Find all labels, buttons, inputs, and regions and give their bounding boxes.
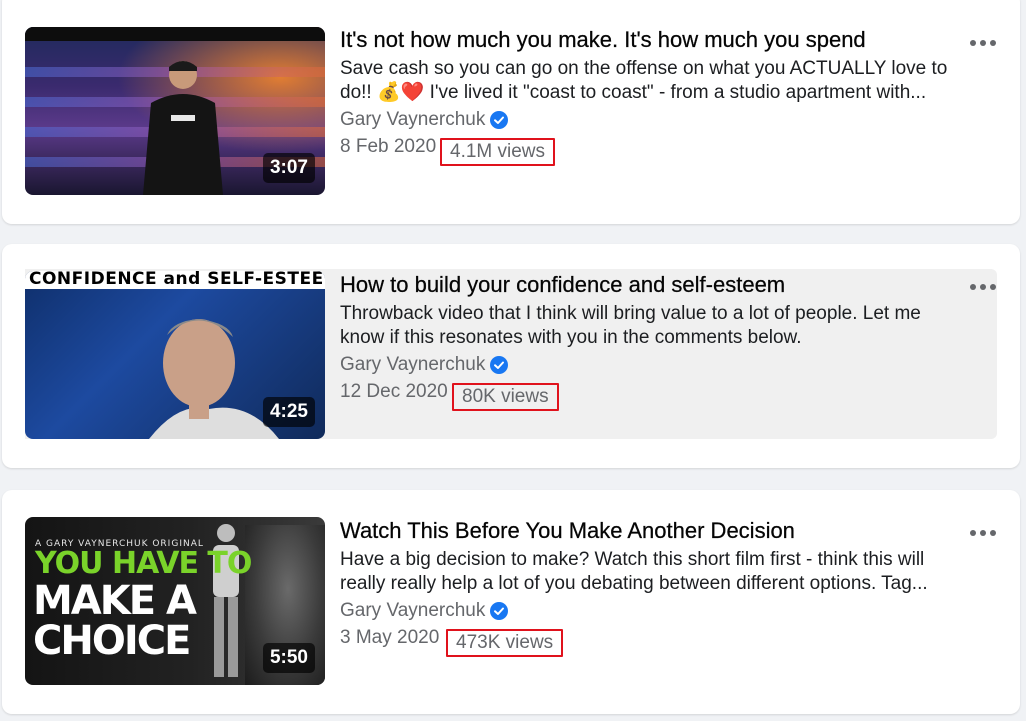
video-info: It's not how much you make. It's how muc… xyxy=(340,26,980,166)
more-options-icon[interactable] xyxy=(968,33,998,53)
video-description: Have a big decision to make? Watch this … xyxy=(340,549,928,594)
channel-name[interactable]: Gary Vaynerchuk xyxy=(340,599,485,623)
video-description: Save cash so you can go on the offense o… xyxy=(340,58,948,103)
more-options-icon[interactable] xyxy=(968,523,998,543)
video-card-3: A GARY VAYNERCHUK ORIGINAL YOU HAVE TO M… xyxy=(2,490,1020,714)
video-description: Throwback video that I think will bring … xyxy=(340,303,921,348)
walking-figure xyxy=(213,524,239,677)
video-title[interactable]: Watch This Before You Make Another Decis… xyxy=(340,517,980,545)
thumbnail-headline-1: MAKE A xyxy=(33,578,197,624)
speaker-portrait xyxy=(149,319,279,439)
view-count: 473K views xyxy=(446,629,564,657)
more-options-icon[interactable] xyxy=(968,277,998,297)
video-thumbnail-1[interactable]: 3:07 xyxy=(25,27,325,195)
view-count: 4.1M views xyxy=(440,138,556,166)
video-info: Watch This Before You Make Another Decis… xyxy=(340,517,980,657)
thumbnail-banner xyxy=(25,27,325,41)
video-duration: 3:07 xyxy=(262,153,315,183)
view-count: 80K views xyxy=(452,383,559,411)
channel-name-row: Gary Vaynerchuk xyxy=(340,108,980,132)
upload-date: 3 May 2020 xyxy=(340,627,440,648)
video-meta: 3 May 2020 473K views xyxy=(340,627,980,657)
channel-name-row: Gary Vaynerchuk xyxy=(340,353,980,377)
verified-badge-icon xyxy=(490,602,509,620)
verified-badge-icon xyxy=(490,111,509,129)
verified-badge-icon xyxy=(490,356,509,374)
video-info: How to build your confidence and self-es… xyxy=(340,271,980,411)
video-meta: 12 Dec 2020 80K views xyxy=(340,381,980,411)
video-title[interactable]: It's not how much you make. It's how muc… xyxy=(340,26,980,54)
video-title[interactable]: How to build your confidence and self-es… xyxy=(340,271,980,299)
channel-name[interactable]: Gary Vaynerchuk xyxy=(340,108,485,132)
video-thumbnail-2[interactable]: CONFIDENCE and SELF-ESTEEM 4:25 xyxy=(25,271,325,439)
channel-name-row: Gary Vaynerchuk xyxy=(340,599,980,623)
thumbnail-headline-2: CHOICE xyxy=(33,618,191,664)
upload-date: 12 Dec 2020 xyxy=(340,381,448,402)
video-card-2: CONFIDENCE and SELF-ESTEEM 4:25 How to b… xyxy=(2,244,1020,468)
speaker-figure xyxy=(143,61,223,195)
video-duration: 5:50 xyxy=(262,643,315,673)
video-duration: 4:25 xyxy=(262,397,315,427)
video-thumbnail-3[interactable]: A GARY VAYNERCHUK ORIGINAL YOU HAVE TO M… xyxy=(25,517,325,685)
channel-name[interactable]: Gary Vaynerchuk xyxy=(340,353,485,377)
upload-date: 8 Feb 2020 xyxy=(340,136,437,157)
thumbnail-banner-text: CONFIDENCE and SELF-ESTEEM xyxy=(25,271,325,289)
thumbnail-headline-green: YOU HAVE TO xyxy=(35,546,252,581)
video-meta: 8 Feb 2020 4.1M views xyxy=(340,136,980,166)
video-card-1: 3:07 It's not how much you make. It's ho… xyxy=(2,0,1020,224)
